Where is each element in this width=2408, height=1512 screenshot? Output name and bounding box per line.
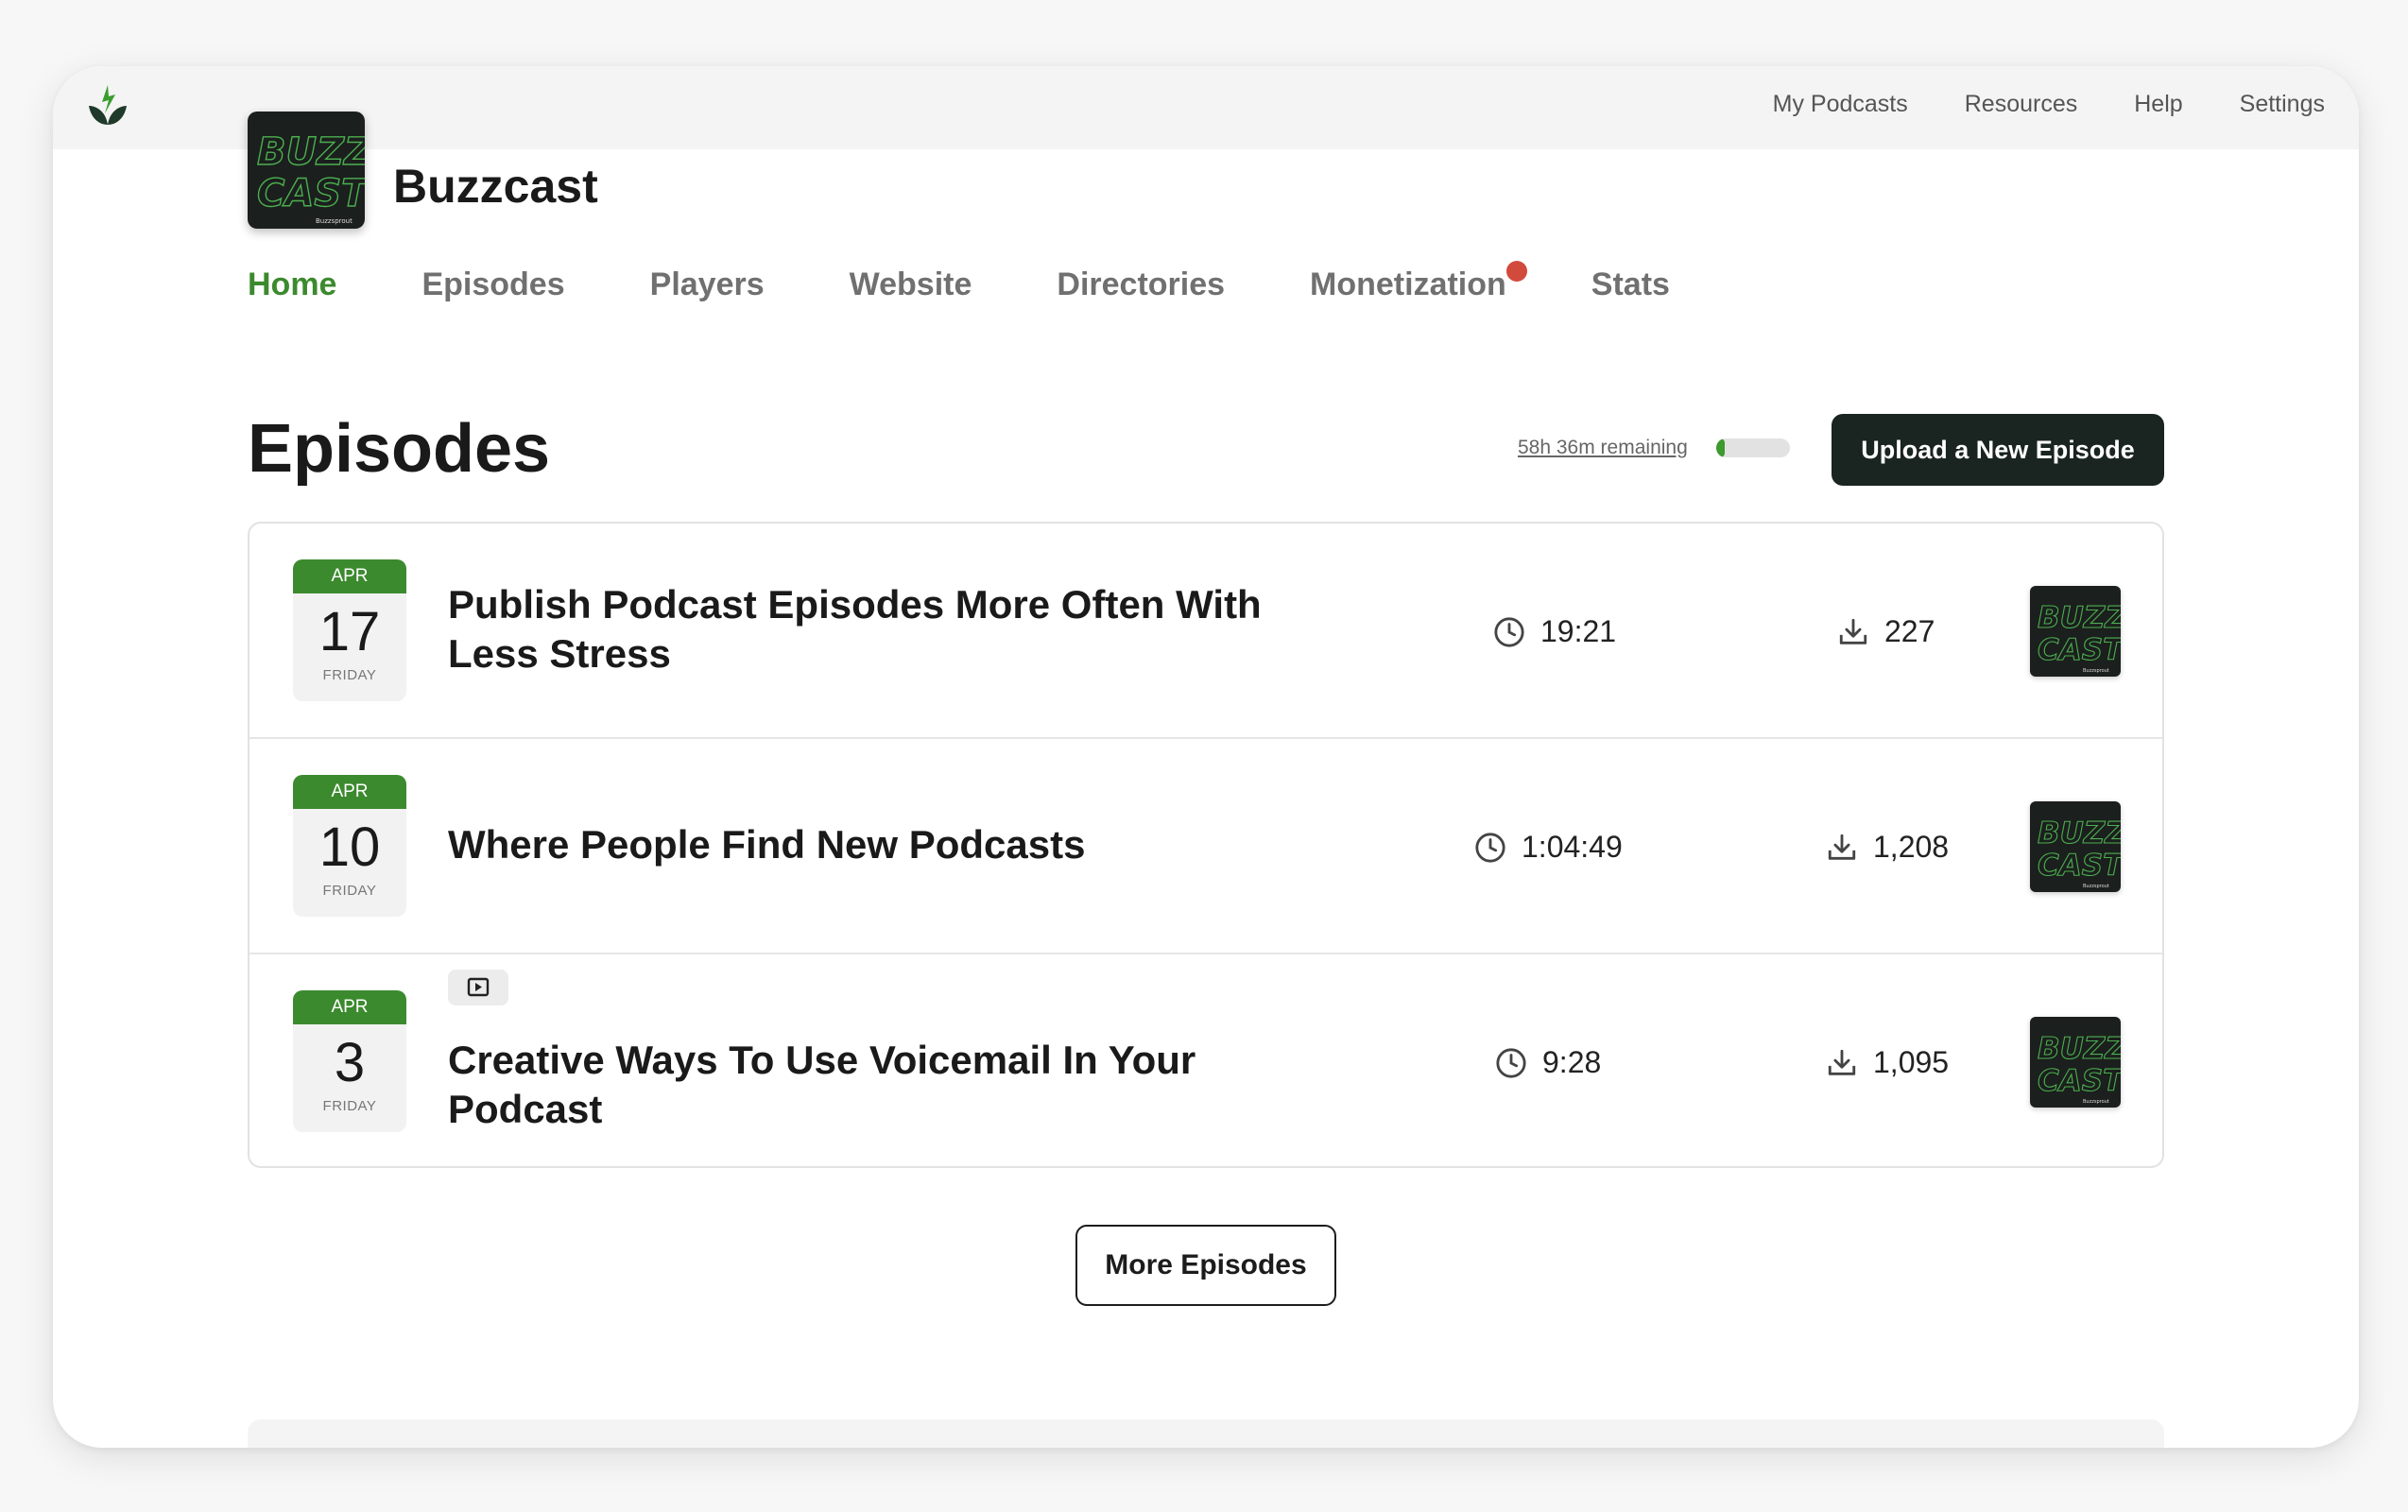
tab-players[interactable]: Players bbox=[650, 266, 765, 303]
storage-progress-bar bbox=[1716, 438, 1790, 457]
topnav-resources[interactable]: Resources bbox=[1965, 91, 2078, 118]
notification-dot bbox=[1505, 261, 1527, 282]
episode-artwork[interactable]: BUZZ CAST Buzzsprout bbox=[2030, 1017, 2121, 1108]
clock-icon bbox=[1475, 832, 1505, 863]
storage-progress-fill bbox=[1716, 438, 1726, 457]
app-window: My Podcasts Resources Help Settings BUZZ… bbox=[53, 66, 2359, 1448]
episode-list: APR 17 FRIDAY Publish Podcast Episodes M… bbox=[248, 522, 2164, 1168]
episodes-heading: Episodes bbox=[248, 411, 551, 487]
top-bar: My Podcasts Resources Help Settings bbox=[53, 66, 2359, 149]
episode-title[interactable]: Publish Podcast Episodes More Often With… bbox=[448, 580, 1355, 679]
date-weekday: FRIDAY bbox=[322, 883, 377, 899]
more-episodes-button[interactable]: More Episodes bbox=[1075, 1225, 1336, 1306]
episode-duration: 9:28 bbox=[1495, 1045, 1601, 1080]
date-day: 3 bbox=[334, 1032, 366, 1093]
episode-row[interactable]: APR 17 FRIDAY Publish Podcast Episodes M… bbox=[249, 524, 2162, 739]
podcast-title: Buzzcast bbox=[393, 160, 598, 213]
date-month: APR bbox=[293, 559, 406, 593]
main-nav: Home Episodes Players Website Directorie… bbox=[248, 261, 1755, 303]
topnav-help[interactable]: Help bbox=[2134, 91, 2182, 118]
cover-text-top: BUZZ bbox=[257, 130, 365, 174]
duration-value: 1:04:49 bbox=[1522, 830, 1623, 864]
next-section-panel bbox=[248, 1419, 2164, 1448]
cover-brand: Buzzsprout bbox=[316, 217, 353, 225]
episode-duration: 19:21 bbox=[1493, 614, 1616, 649]
episode-date: APR 3 FRIDAY bbox=[293, 990, 406, 1132]
episode-downloads: 227 bbox=[1837, 614, 1935, 649]
tab-episodes[interactable]: Episodes bbox=[421, 266, 564, 303]
date-day: 10 bbox=[318, 816, 381, 878]
episode-artwork[interactable]: BUZZ CAST Buzzsprout bbox=[2030, 586, 2121, 677]
date-month: APR bbox=[293, 990, 406, 1024]
download-icon bbox=[1828, 1049, 1856, 1075]
episode-artwork[interactable]: BUZZ CAST Buzzsprout bbox=[2030, 801, 2121, 892]
download-icon bbox=[1828, 833, 1856, 860]
tab-website[interactable]: Website bbox=[850, 266, 972, 303]
topnav-my-podcasts[interactable]: My Podcasts bbox=[1773, 91, 1908, 118]
clock-icon bbox=[1496, 1047, 1526, 1078]
episode-downloads: 1,208 bbox=[1826, 830, 1949, 865]
downloads-value: 1,208 bbox=[1873, 830, 1950, 864]
date-month: APR bbox=[293, 775, 406, 809]
tab-stats[interactable]: Stats bbox=[1591, 266, 1670, 303]
topnav-settings[interactable]: Settings bbox=[2240, 91, 2325, 118]
play-video-icon bbox=[467, 977, 490, 997]
svg-text:CAST: CAST bbox=[2038, 1064, 2121, 1098]
episode-title[interactable]: Where People Find New Podcasts bbox=[448, 820, 1355, 869]
date-weekday: FRIDAY bbox=[322, 667, 377, 683]
episode-date: APR 17 FRIDAY bbox=[293, 559, 406, 701]
date-day: 17 bbox=[318, 601, 381, 662]
episode-row[interactable]: APR 3 FRIDAY Creative Ways To Use Voicem… bbox=[249, 954, 2162, 1170]
episode-row[interactable]: APR 10 FRIDAY Where People Find New Podc… bbox=[249, 739, 2162, 954]
episode-duration: 1:04:49 bbox=[1474, 830, 1623, 865]
svg-text:Buzzsprout: Buzzsprout bbox=[2083, 884, 2109, 889]
episode-downloads: 1,095 bbox=[1826, 1045, 1949, 1080]
duration-value: 9:28 bbox=[1542, 1045, 1602, 1079]
download-icon bbox=[1839, 618, 1867, 644]
svg-text:Buzzsprout: Buzzsprout bbox=[2083, 1099, 2109, 1105]
media-badge bbox=[448, 970, 508, 1005]
podcast-cover-art[interactable]: BUZZ CAST Buzzsprout bbox=[248, 112, 365, 229]
tab-monetization-wrapper[interactable]: Monetization bbox=[1310, 261, 1527, 303]
svg-text:BUZZ: BUZZ bbox=[2038, 816, 2121, 850]
buzzsprout-leaf-icon[interactable] bbox=[87, 83, 129, 129]
tab-home[interactable]: Home bbox=[248, 266, 336, 303]
episode-date: APR 10 FRIDAY bbox=[293, 775, 406, 917]
storage-remaining-link[interactable]: 58h 36m remaining bbox=[1518, 437, 1688, 459]
tab-directories[interactable]: Directories bbox=[1057, 266, 1225, 303]
duration-value: 19:21 bbox=[1540, 614, 1617, 648]
downloads-value: 227 bbox=[1884, 614, 1935, 648]
svg-text:BUZZ: BUZZ bbox=[2038, 1032, 2121, 1066]
tab-monetization: Monetization bbox=[1310, 266, 1506, 302]
svg-text:CAST: CAST bbox=[2038, 633, 2121, 667]
svg-text:CAST: CAST bbox=[2038, 849, 2121, 883]
cover-text-bottom: CAST bbox=[257, 172, 365, 215]
date-weekday: FRIDAY bbox=[322, 1098, 377, 1114]
upload-episode-button[interactable]: Upload a New Episode bbox=[1832, 414, 2164, 486]
top-nav: My Podcasts Resources Help Settings bbox=[1773, 91, 2325, 118]
clock-icon bbox=[1494, 616, 1524, 647]
svg-text:Buzzsprout: Buzzsprout bbox=[2083, 668, 2109, 674]
svg-text:BUZZ: BUZZ bbox=[2038, 601, 2121, 635]
episode-title[interactable]: Creative Ways To Use Voicemail In Your P… bbox=[448, 1036, 1355, 1134]
downloads-value: 1,095 bbox=[1873, 1045, 1950, 1079]
